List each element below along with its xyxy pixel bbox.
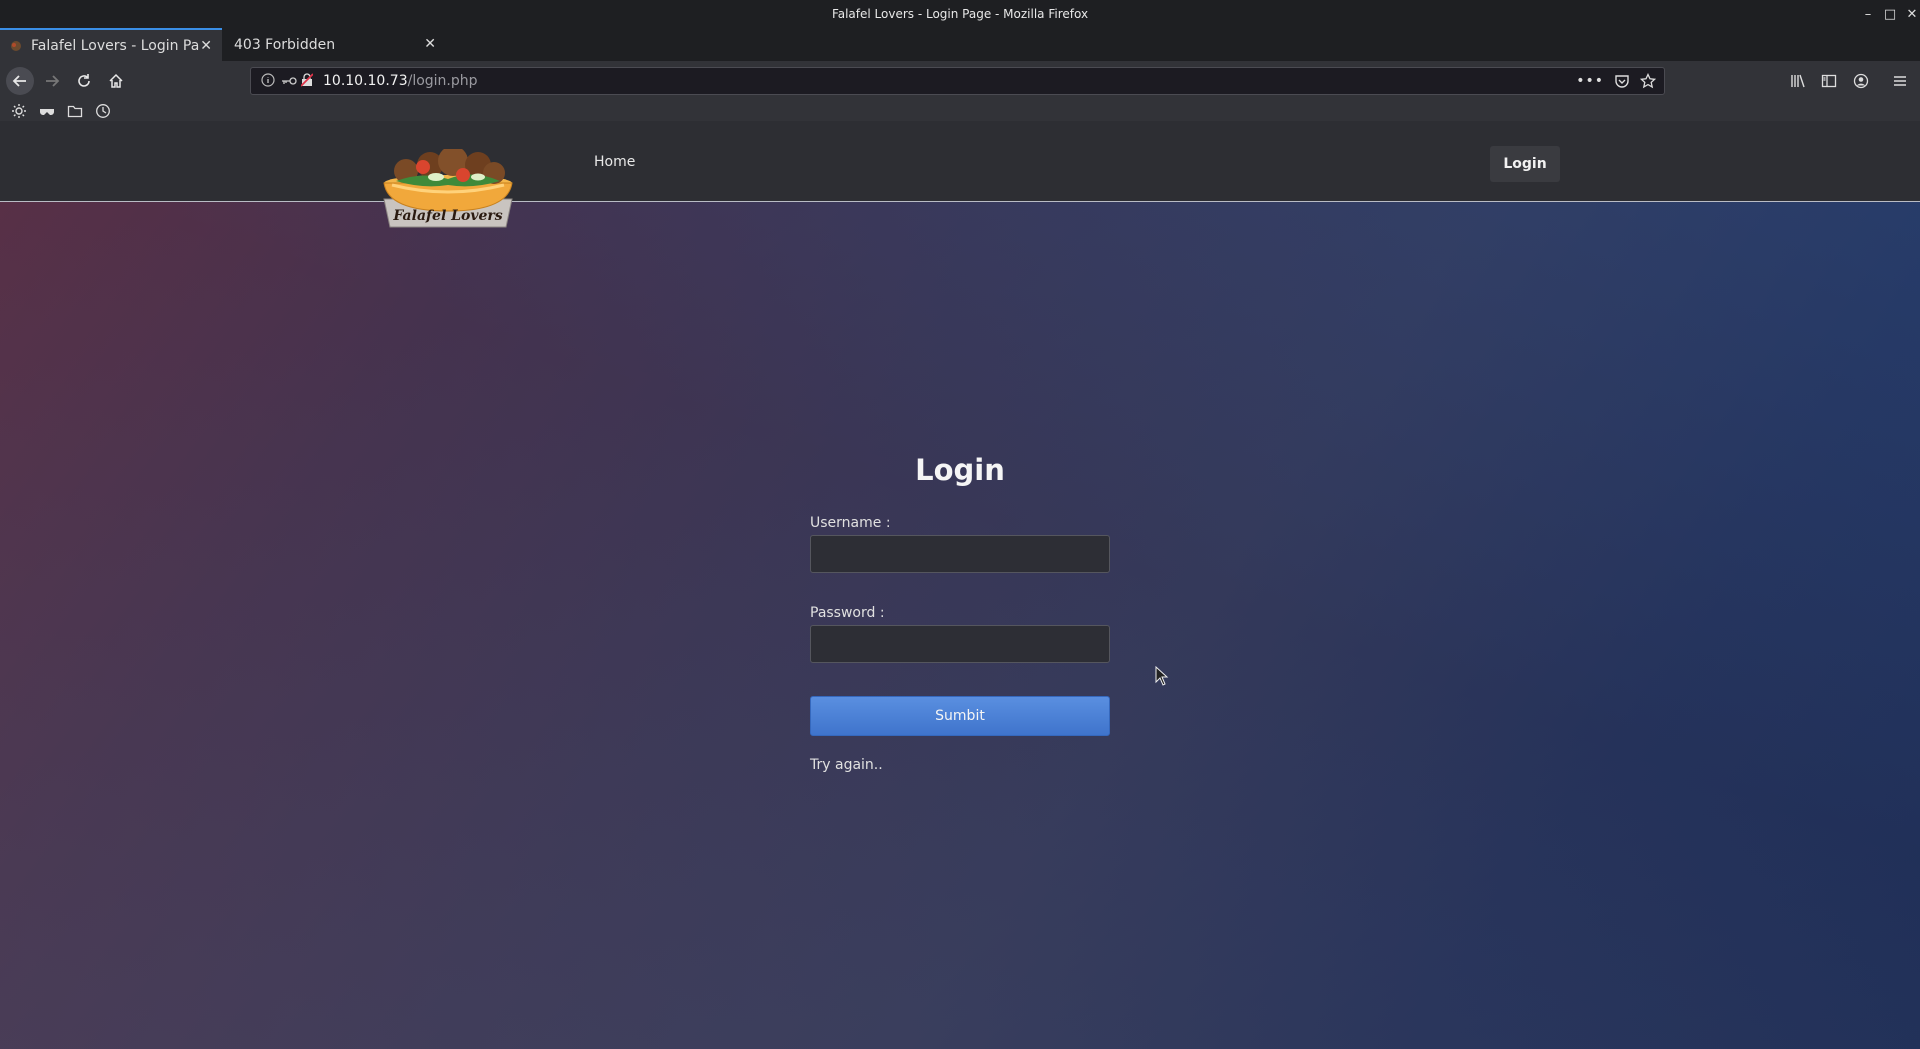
site-navbar: Home Login	[0, 121, 1920, 202]
tab-falafel-login[interactable]: Falafel Lovers - Login Pa ✕	[0, 28, 222, 61]
key-icon[interactable]	[281, 72, 297, 91]
window-titlebar: Falafel Lovers - Login Page - Mozilla Fi…	[0, 0, 1920, 28]
tab-label: 403 Forbidden	[234, 36, 336, 53]
info-icon[interactable]	[261, 72, 275, 91]
back-button[interactable]	[6, 67, 34, 95]
close-tab-icon[interactable]: ✕	[424, 36, 436, 52]
mouse-cursor-icon	[1155, 666, 1169, 686]
page-actions-icon[interactable]: •••	[1576, 73, 1604, 89]
tab-bar: Falafel Lovers - Login Pa ✕ 403 Forbidde…	[0, 28, 1920, 84]
url-host: 10.10.10.73	[323, 73, 408, 89]
maximize-icon[interactable]: □	[1880, 4, 1900, 24]
home-icon	[109, 73, 123, 88]
login-form: Login Username : Password : Sumbit Try a…	[0, 121, 1920, 1049]
minimize-icon[interactable]: –	[1858, 4, 1878, 24]
insecure-lock-icon[interactable]	[300, 72, 314, 91]
menu-icon[interactable]	[1886, 67, 1914, 95]
nav-home-link[interactable]: Home	[594, 154, 635, 170]
extensions-bar	[0, 101, 1920, 121]
logo-text: Falafel Lovers	[393, 208, 503, 224]
username-label: Username :	[810, 515, 891, 531]
reload-icon	[78, 74, 90, 87]
url-path: /login.php	[407, 73, 478, 89]
close-window-icon[interactable]: ✕	[1902, 4, 1920, 24]
forward-button[interactable]	[38, 67, 66, 95]
back-arrow-icon	[12, 75, 26, 87]
window-title: Falafel Lovers - Login Page - Mozilla Fi…	[831, 7, 1089, 21]
site-favicon-icon	[10, 40, 22, 52]
username-input[interactable]	[810, 535, 1110, 573]
nav-login-label: Login	[1503, 156, 1547, 172]
reload-button[interactable]	[70, 67, 98, 95]
tab-403-forbidden[interactable]: 403 Forbidden ✕	[224, 28, 446, 61]
nav-login-button[interactable]: Login	[1490, 146, 1560, 182]
falafel-lovers-logo[interactable]: Falafel Lovers	[378, 146, 518, 231]
url-bar[interactable]: 10.10.10.73/login.php •••	[250, 67, 1665, 95]
clock-icon[interactable]	[94, 102, 112, 120]
submit-button[interactable]: Sumbit	[810, 696, 1110, 736]
bookmark-star-icon[interactable]	[1639, 72, 1657, 93]
forward-arrow-icon	[46, 75, 60, 87]
sidebar-icon[interactable]	[1815, 67, 1843, 95]
pocket-icon[interactable]	[1614, 73, 1630, 93]
mask-icon[interactable]	[38, 102, 56, 120]
login-heading: Login	[915, 453, 1005, 487]
page-content: Home Login Falafel Lovers Login Username…	[0, 121, 1920, 1049]
tab-label: Falafel Lovers - Login Pa	[31, 37, 200, 54]
library-icon[interactable]	[1784, 67, 1812, 95]
login-error-message: Try again..	[810, 757, 883, 773]
password-input[interactable]	[810, 625, 1110, 663]
password-label: Password :	[810, 605, 885, 621]
nav-toolbar: 10.10.10.73/login.php •••	[0, 61, 1920, 101]
home-button[interactable]	[102, 67, 130, 95]
account-icon[interactable]	[1847, 67, 1875, 95]
folder-icon[interactable]	[66, 102, 84, 120]
sun-icon[interactable]	[10, 102, 28, 120]
close-tab-icon[interactable]: ✕	[200, 38, 212, 54]
